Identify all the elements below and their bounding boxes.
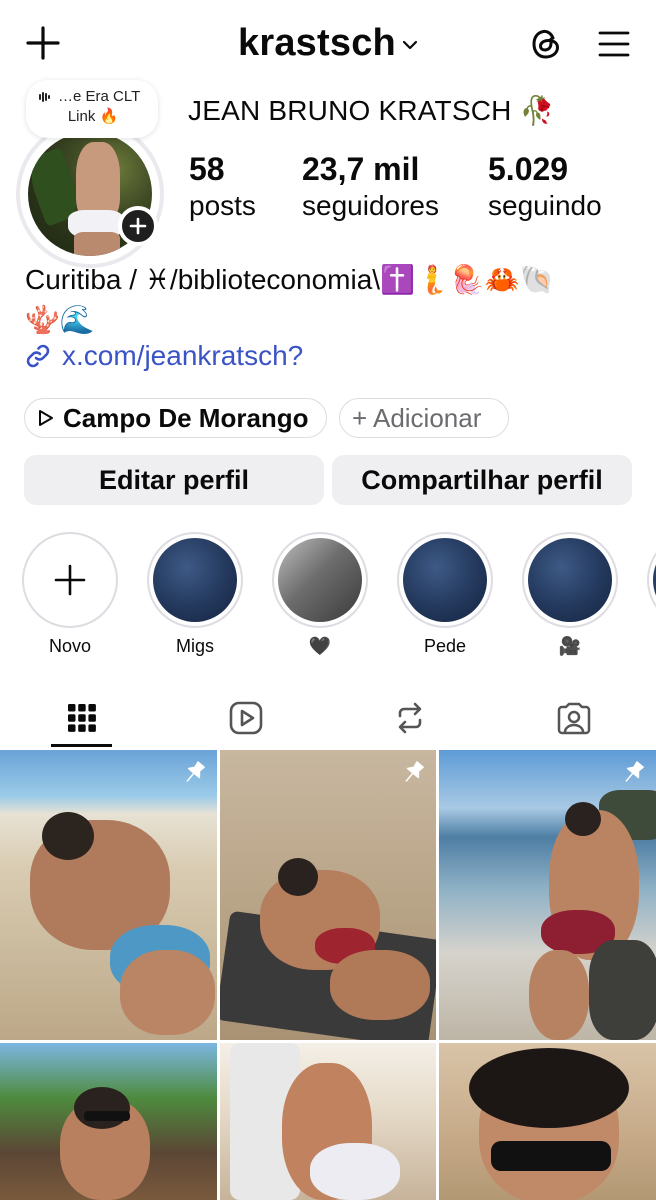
menu-hamburger-icon[interactable] bbox=[594, 24, 634, 64]
post-thumbnail[interactable] bbox=[0, 750, 217, 1040]
post-thumbnail[interactable] bbox=[220, 1043, 436, 1200]
highlight-label: Novo bbox=[48, 636, 92, 656]
tab-reposts[interactable] bbox=[328, 688, 492, 748]
share-profile-button[interactable]: Compartilhar perfil bbox=[332, 455, 632, 505]
stat-posts[interactable]: 58 posts bbox=[189, 150, 256, 224]
highlight-item[interactable]: Migs bbox=[145, 532, 245, 657]
tagged-person-icon bbox=[557, 702, 591, 735]
tab-reels[interactable] bbox=[164, 688, 328, 748]
link-icon bbox=[26, 344, 50, 368]
music-pill-label: Campo De Morango bbox=[63, 402, 309, 433]
story-highlights: Novo Migs 🖤 Pede 🎥 bbox=[0, 532, 656, 662]
chevron-down-icon bbox=[402, 40, 418, 50]
profile-link[interactable]: x.com/jeankratsch? bbox=[24, 340, 303, 372]
highlight-item[interactable]: Pede bbox=[395, 532, 495, 657]
edit-profile-button[interactable]: Editar perfil bbox=[24, 455, 324, 505]
profile-actions: Editar perfil Compartilhar perfil bbox=[24, 455, 632, 505]
stat-posts-label: posts bbox=[189, 190, 256, 221]
profile-link-text: x.com/jeankratsch? bbox=[62, 340, 304, 371]
bio-line-1: Curitiba / ♓/biblioteconomia\✝️🧜🪼🦀🐚 bbox=[25, 264, 555, 295]
highlight-cover bbox=[278, 538, 362, 622]
top-bar: krastsch bbox=[0, 0, 656, 86]
highlight-new[interactable]: Novo bbox=[20, 532, 120, 657]
post-thumbnail[interactable] bbox=[220, 750, 436, 1040]
music-pill[interactable]: Campo De Morango bbox=[24, 398, 327, 438]
profile-tabs bbox=[0, 688, 656, 748]
stat-followers[interactable]: 23,7 mil seguidores bbox=[302, 150, 439, 224]
bio-line-2: 🪸🌊 bbox=[25, 304, 95, 335]
full-name: JEAN BRUNO KRATSCH 🥀 bbox=[188, 95, 555, 126]
add-story-plus-icon[interactable] bbox=[118, 206, 158, 246]
highlight-item[interactable]: 🖤 bbox=[270, 532, 370, 657]
reels-icon bbox=[229, 701, 263, 735]
threads-icon[interactable] bbox=[524, 22, 568, 66]
tab-tagged[interactable] bbox=[492, 688, 656, 748]
highlight-label: 🖤 bbox=[308, 636, 332, 656]
highlight-cover bbox=[403, 538, 487, 622]
plus-icon bbox=[54, 564, 86, 596]
repost-icon bbox=[398, 702, 422, 734]
highlight-label: Pede bbox=[423, 636, 467, 656]
stat-following[interactable]: 5.029 seguindo bbox=[488, 150, 602, 224]
play-icon bbox=[39, 410, 53, 426]
highlight-label: 🎥 bbox=[558, 636, 582, 656]
active-tab-indicator bbox=[51, 744, 112, 747]
stat-followers-value: 23,7 mil bbox=[302, 151, 420, 187]
note-text-2: Link 🔥 bbox=[67, 108, 119, 125]
stat-posts-value: 58 bbox=[189, 151, 225, 187]
highlight-cover bbox=[528, 538, 612, 622]
pin-icon bbox=[405, 761, 424, 782]
grid-icon bbox=[68, 704, 96, 732]
note-text-1: …e Era CLT bbox=[58, 88, 141, 105]
highlight-label: Migs bbox=[175, 636, 214, 656]
add-pill[interactable]: + Adicionar bbox=[339, 398, 509, 438]
stat-followers-label: seguidores bbox=[302, 190, 439, 221]
post-thumbnail[interactable] bbox=[439, 1043, 656, 1200]
profile-pills: Campo De Morango + Adicionar bbox=[24, 398, 509, 438]
audio-wave-icon bbox=[39, 91, 50, 102]
stat-following-value: 5.029 bbox=[488, 151, 569, 187]
bio: Curitiba / ♓/biblioteconomia\✝️🧜🪼🦀🐚 🪸🌊 bbox=[25, 260, 635, 340]
post-thumbnail[interactable] bbox=[439, 750, 656, 1040]
stat-following-label: seguindo bbox=[488, 190, 602, 221]
note-bubble[interactable]: …e Era CLT Link 🔥 bbox=[26, 80, 158, 138]
highlight-item-partial[interactable] bbox=[645, 532, 656, 628]
username: krastsch bbox=[238, 21, 396, 64]
highlight-item[interactable]: 🎥 bbox=[520, 532, 620, 657]
pin-icon bbox=[625, 761, 644, 782]
pin-icon bbox=[186, 761, 205, 782]
highlight-cover bbox=[153, 538, 237, 622]
post-thumbnail[interactable] bbox=[0, 1043, 217, 1200]
add-pill-label: + Adicionar bbox=[352, 402, 482, 433]
tab-grid[interactable] bbox=[0, 688, 164, 748]
